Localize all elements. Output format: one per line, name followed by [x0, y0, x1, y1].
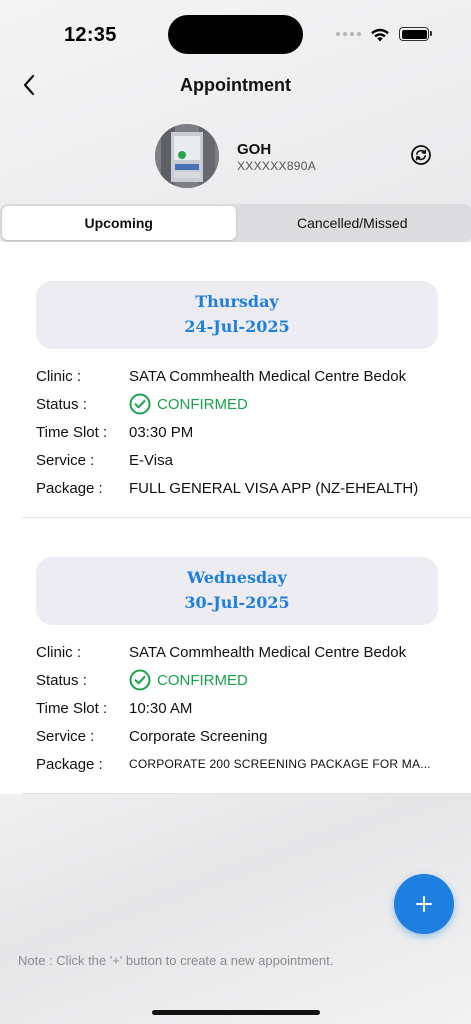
- package-row: Package : CORPORATE 200 SCREENING PACKAG…: [36, 750, 456, 778]
- profile-id: XXXXXX890A: [237, 159, 317, 173]
- home-indicator[interactable]: [152, 1010, 320, 1015]
- status-time: 12:35: [64, 24, 117, 46]
- clinic-value: SATA Commhealth Medical Centre Bedok: [129, 643, 407, 661]
- profile-header: GOH XXXXXX890A: [0, 122, 471, 190]
- appointment-date: 24-Jul-2025: [184, 317, 290, 336]
- segmented-tabs: Upcoming Cancelled/Missed: [0, 204, 471, 242]
- dynamic-island: [168, 15, 303, 54]
- add-appointment-button[interactable]: [394, 874, 454, 934]
- nav-bar: Appointment: [0, 66, 471, 104]
- appointment-details: Clinic : SATA Commhealth Medical Centre …: [36, 362, 456, 502]
- time-slot-label: Time Slot :: [36, 699, 108, 717]
- tab-cancelled-missed[interactable]: Cancelled/Missed: [236, 206, 470, 240]
- service-row: Service : Corporate Screening: [36, 722, 456, 750]
- service-label: Service :: [36, 727, 95, 745]
- battery-icon: [399, 27, 432, 41]
- date-box: Thursday 24-Jul-2025: [36, 281, 438, 349]
- package-label: Package :: [36, 479, 103, 497]
- status-text: CONFIRMED: [157, 395, 248, 413]
- divider: [22, 793, 471, 794]
- date-box: Wednesday 30-Jul-2025: [36, 557, 438, 625]
- signal-icon: [336, 32, 361, 36]
- package-label: Package :: [36, 755, 103, 773]
- page-title: Appointment: [180, 75, 291, 95]
- time-slot-row: Time Slot : 03:30 PM: [36, 418, 456, 446]
- package-value: CORPORATE 200 SCREENING PACKAGE FOR MA..…: [129, 757, 431, 771]
- package-row: Package : FULL GENERAL VISA APP (NZ-EHEA…: [36, 474, 456, 502]
- service-row: Service : E-Visa: [36, 446, 456, 474]
- check-circle-icon: [129, 669, 151, 691]
- wifi-icon: [371, 28, 389, 42]
- time-slot-value: 10:30 AM: [129, 699, 193, 717]
- avatar: [155, 124, 219, 188]
- refresh-icon: [411, 145, 431, 165]
- clinic-label: Clinic :: [36, 643, 82, 661]
- appointment-day: Thursday: [195, 292, 279, 311]
- appointment-date: 30-Jul-2025: [184, 593, 290, 612]
- service-label: Service :: [36, 451, 95, 469]
- profile-name: GOH: [237, 141, 272, 158]
- appointment-list: Thursday 24-Jul-2025 Clinic : SATA Commh…: [0, 242, 471, 794]
- time-slot-label: Time Slot :: [36, 423, 108, 441]
- status-row: Status : CONFIRMED: [36, 666, 456, 694]
- status-value: CONFIRMED: [129, 393, 248, 415]
- appointment-card[interactable]: Thursday 24-Jul-2025 Clinic : SATA Commh…: [0, 242, 471, 518]
- time-slot-value: 03:30 PM: [129, 423, 194, 441]
- status-label: Status :: [36, 671, 87, 689]
- refresh-button[interactable]: [410, 144, 432, 166]
- appointment-details: Clinic : SATA Commhealth Medical Centre …: [36, 638, 456, 778]
- package-value: FULL GENERAL VISA APP (NZ-EHEALTH): [129, 479, 419, 497]
- status-text: CONFIRMED: [157, 671, 248, 689]
- status-value: CONFIRMED: [129, 669, 248, 691]
- status-row: Status : CONFIRMED: [36, 390, 456, 418]
- clinic-label: Clinic :: [36, 367, 82, 385]
- check-circle-icon: [129, 393, 151, 415]
- status-bar: 12:35: [0, 0, 471, 70]
- service-value: E-Visa: [129, 451, 173, 469]
- time-slot-row: Time Slot : 10:30 AM: [36, 694, 456, 722]
- clinic-value: SATA Commhealth Medical Centre Bedok: [129, 367, 407, 385]
- plus-icon: [416, 896, 432, 912]
- status-icons: [336, 26, 432, 42]
- clinic-row: Clinic : SATA Commhealth Medical Centre …: [36, 638, 456, 666]
- status-label: Status :: [36, 395, 87, 413]
- appointment-card[interactable]: Wednesday 30-Jul-2025 Clinic : SATA Comm…: [0, 518, 471, 794]
- note-text: Note : Click the '+' button to create a …: [18, 953, 334, 968]
- clinic-row: Clinic : SATA Commhealth Medical Centre …: [36, 362, 456, 390]
- tab-upcoming[interactable]: Upcoming: [2, 206, 236, 240]
- appointment-day: Wednesday: [187, 568, 287, 587]
- service-value: Corporate Screening: [129, 727, 268, 745]
